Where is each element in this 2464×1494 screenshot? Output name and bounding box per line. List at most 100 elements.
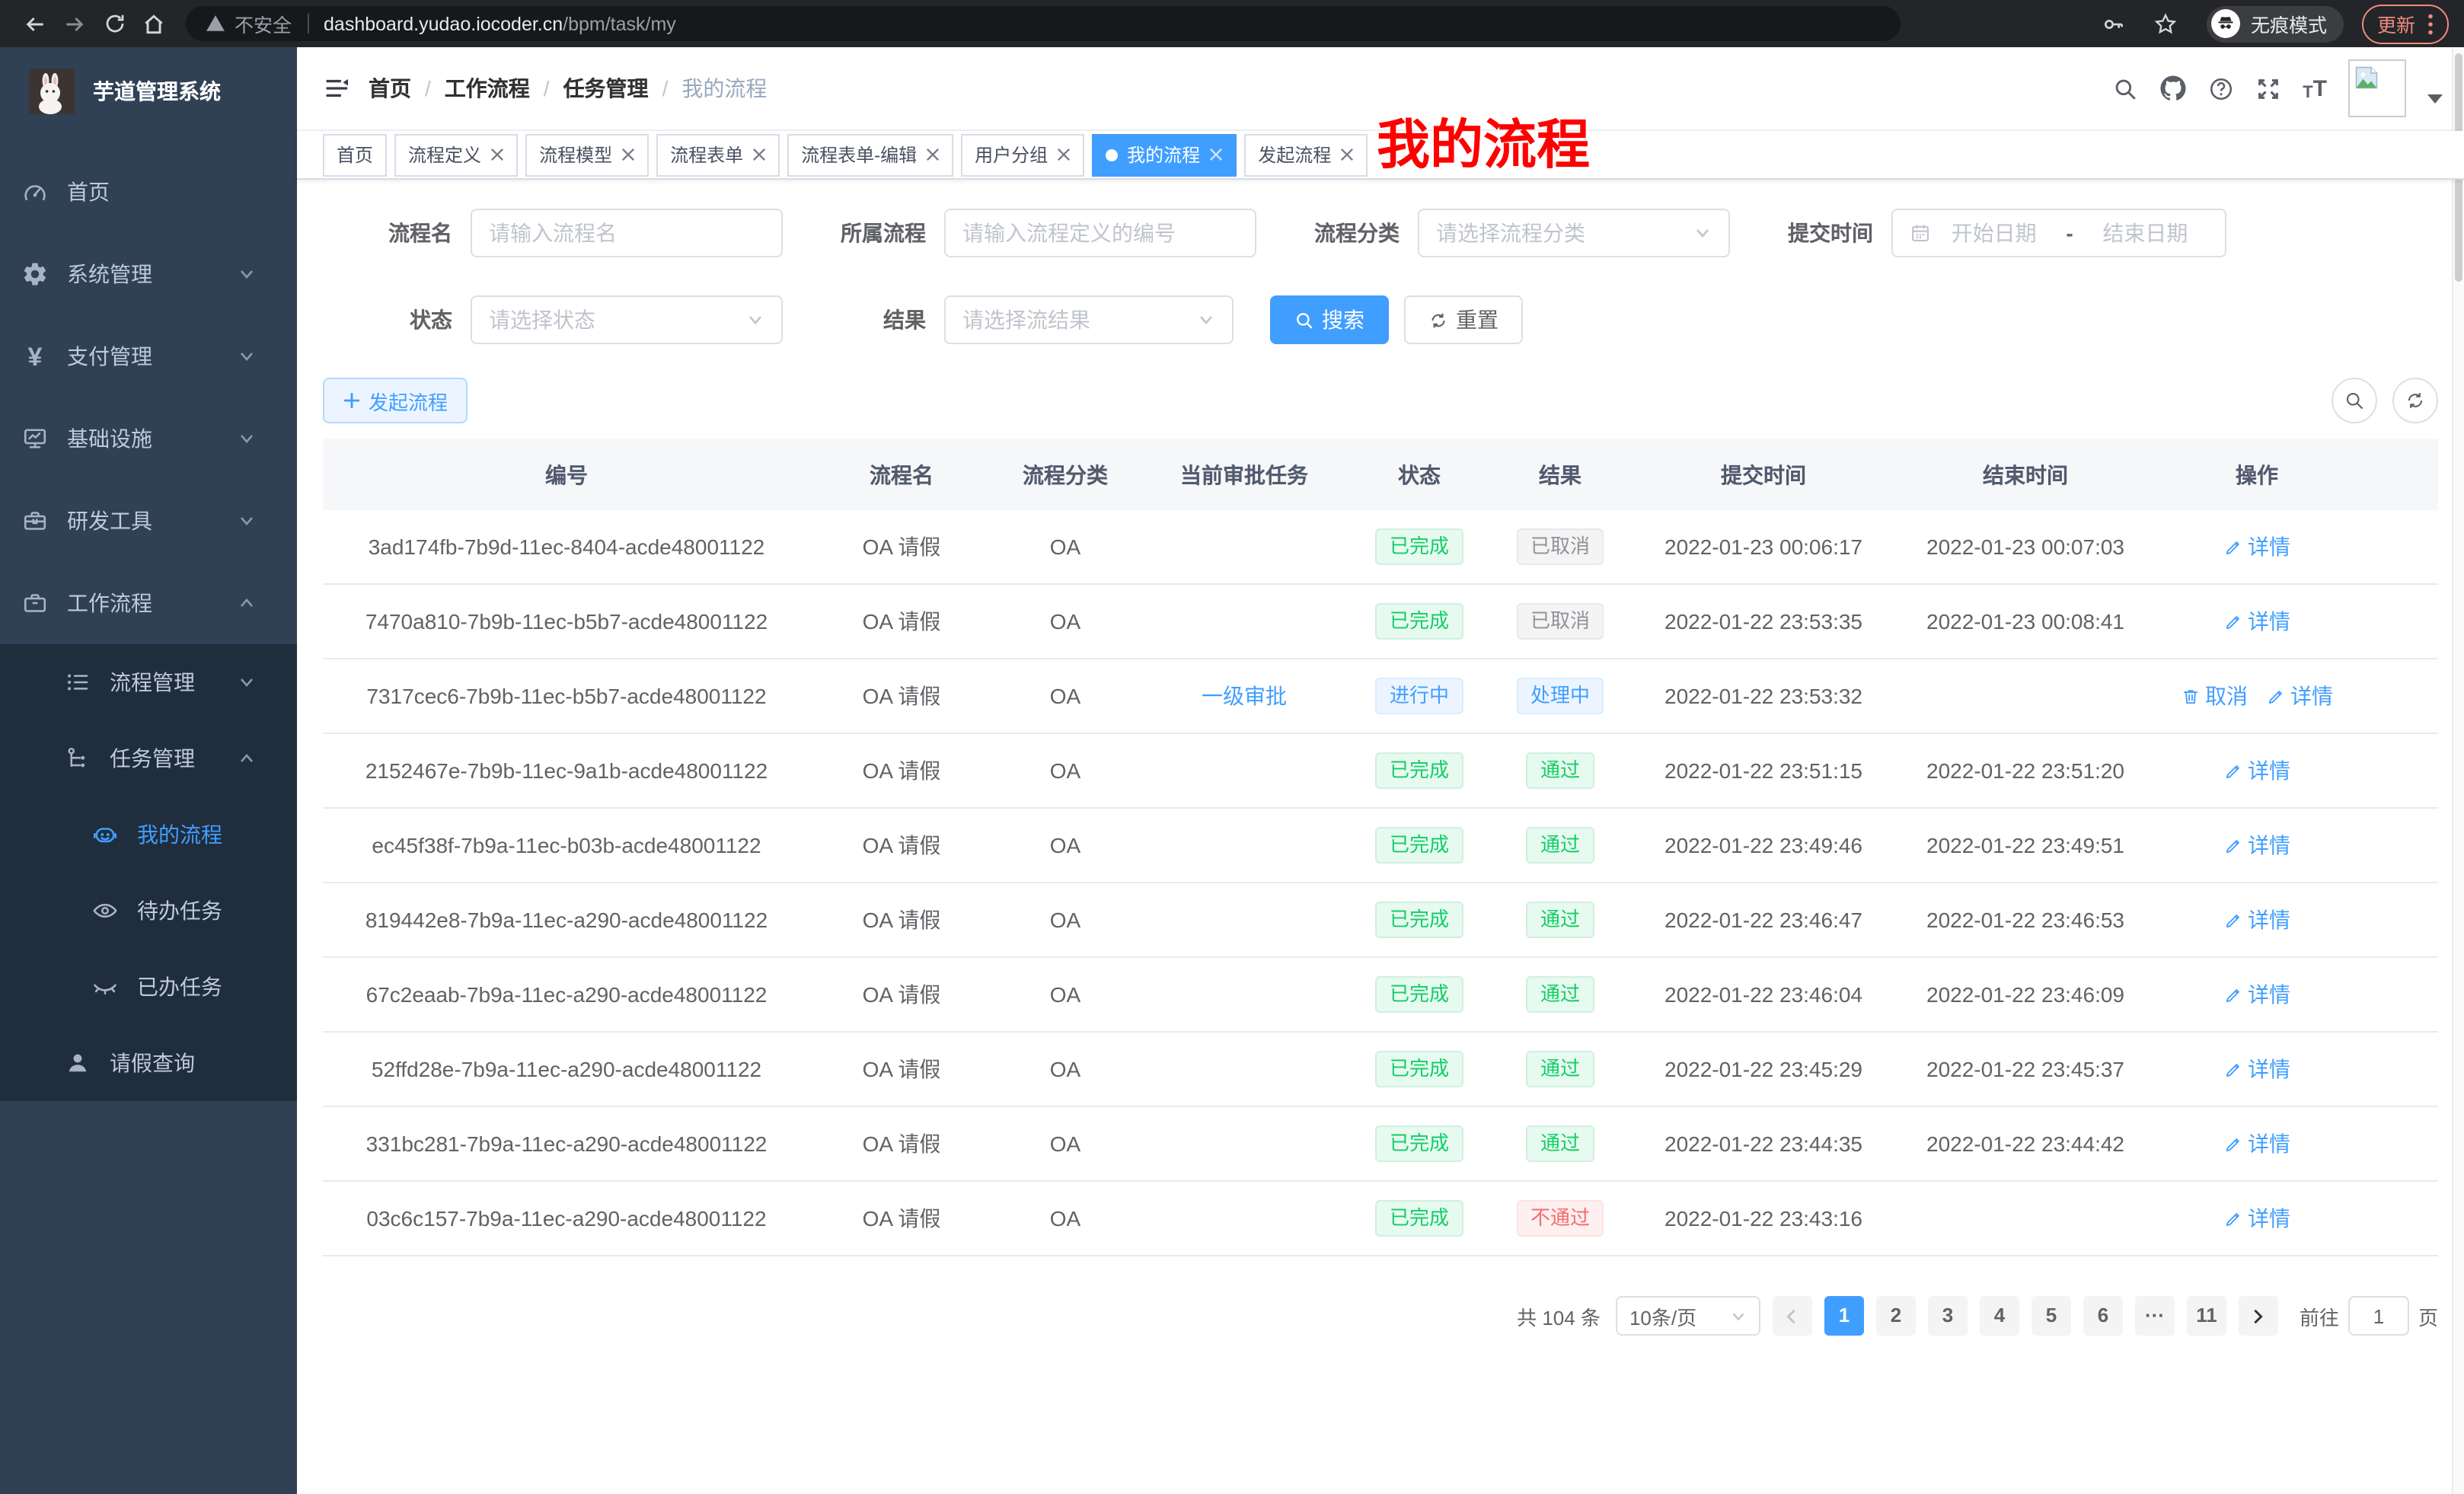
cell-actions: 详情 <box>2156 1054 2357 1084</box>
chevron-down-icon[interactable] <box>2427 93 2443 105</box>
tab-流程模型[interactable]: 流程模型 <box>525 133 649 176</box>
show-search-button[interactable] <box>2332 378 2377 423</box>
close-icon[interactable] <box>926 148 940 161</box>
detail-link[interactable]: 详情 <box>2223 979 2290 1010</box>
pagination-page[interactable]: 11 <box>2187 1296 2226 1336</box>
address-bar[interactable]: 不安全 dashboard.yudao.iocoder.cn/bpm/task/… <box>186 6 1901 41</box>
tab-用户分组[interactable]: 用户分组 <box>961 133 1084 176</box>
pagination-page[interactable]: 5 <box>2032 1296 2071 1336</box>
detail-link[interactable]: 详情 <box>2223 1054 2290 1084</box>
cell-actions: 详情 <box>2156 1128 2357 1159</box>
password-key-icon[interactable] <box>2094 4 2134 43</box>
sidebar-item-label: 已办任务 <box>137 972 279 1002</box>
detail-link[interactable]: 详情 <box>2223 755 2290 786</box>
category-select[interactable]: 请选择流程分类 <box>1418 209 1730 257</box>
pagination-page[interactable]: 4 <box>1980 1296 2019 1336</box>
refresh-icon <box>1428 310 1448 330</box>
sidebar-item[interactable]: 待办任务 <box>0 873 297 949</box>
tab-label: 发起流程 <box>1258 142 1331 168</box>
help-icon[interactable] <box>2208 75 2234 101</box>
cell-submit-time: 2022-01-22 23:46:47 <box>1633 908 1894 932</box>
sidebar-item[interactable]: ¥支付管理 <box>0 315 297 397</box>
scrollbar[interactable] <box>2452 47 2464 1494</box>
close-icon[interactable] <box>1057 148 1071 161</box>
bookmark-star-icon[interactable] <box>2146 4 2185 43</box>
close-icon[interactable] <box>1209 148 1223 161</box>
fullscreen-icon[interactable] <box>2255 75 2281 101</box>
page-size-select[interactable]: 10条/页 <box>1616 1296 1760 1336</box>
sidebar-item[interactable]: 工作流程 <box>0 562 297 644</box>
collapse-sidebar-icon[interactable] <box>297 75 369 102</box>
tab-流程表单[interactable]: 流程表单 <box>656 133 780 176</box>
detail-link[interactable]: 详情 <box>2223 905 2290 935</box>
close-icon[interactable] <box>621 148 635 161</box>
detail-link[interactable]: 详情 <box>2223 830 2290 860</box>
search-button[interactable]: 搜索 <box>1270 295 1389 344</box>
detail-link[interactable]: 详情 <box>2266 681 2333 711</box>
font-size-icon[interactable]: TT <box>2303 75 2327 101</box>
sidebar-item[interactable]: 基础设施 <box>0 397 297 480</box>
sidebar-item[interactable]: 请假查询 <box>0 1025 297 1101</box>
chevron-up-icon <box>233 594 260 612</box>
back-button[interactable] <box>15 4 55 43</box>
column-header: 提交时间 <box>1633 459 1894 490</box>
sidebar-item[interactable]: 我的流程 <box>0 796 297 873</box>
task-link[interactable]: 一级审批 <box>1202 684 1287 708</box>
pagination-page[interactable]: 3 <box>1928 1296 1968 1336</box>
refresh-table-button[interactable] <box>2392 378 2438 423</box>
detail-link[interactable]: 详情 <box>2223 532 2290 562</box>
cell-status: 已完成 <box>1351 827 1488 864</box>
detail-link[interactable]: 详情 <box>2223 1128 2290 1159</box>
cell-id: 3ad174fb-7b9d-11ec-8404-acde48001122 <box>323 535 810 559</box>
pagination-ellipsis[interactable]: ··· <box>2135 1296 2175 1336</box>
forward-button[interactable] <box>55 4 94 43</box>
tab-label: 我的流程 <box>1127 142 1200 168</box>
cancel-link[interactable]: 取消 <box>2181 681 2248 711</box>
reload-button[interactable] <box>94 4 134 43</box>
prev-page-button[interactable] <box>1773 1296 1812 1336</box>
cell-actions: 详情 <box>2156 606 2357 637</box>
next-page-button[interactable] <box>2239 1296 2278 1336</box>
create-process-button[interactable]: 发起流程 <box>323 378 468 423</box>
date-range-input[interactable]: 开始日期 - 结束日期 <box>1891 209 2226 257</box>
pagination-page[interactable]: 1 <box>1824 1296 1864 1336</box>
detail-link[interactable]: 详情 <box>2223 606 2290 637</box>
breadcrumb-item[interactable]: 工作流程 <box>445 73 530 104</box>
reset-button[interactable]: 重置 <box>1404 295 1523 344</box>
app-logo <box>29 69 75 114</box>
name-filter-label: 流程名 <box>346 218 452 248</box>
sidebar-item[interactable]: 流程管理 <box>0 644 297 720</box>
tab-首页[interactable]: 首页 <box>323 133 387 176</box>
sidebar-item[interactable]: 系统管理 <box>0 233 297 315</box>
close-icon[interactable] <box>490 148 504 161</box>
sidebar-item[interactable]: 已办任务 <box>0 949 297 1025</box>
breadcrumb-item[interactable]: 任务管理 <box>563 73 649 104</box>
tab-发起流程[interactable]: 发起流程 <box>1244 133 1368 176</box>
detail-link[interactable]: 详情 <box>2223 1203 2290 1234</box>
breadcrumb-item[interactable]: 首页 <box>369 73 411 104</box>
tab-流程表单-编辑[interactable]: 流程表单-编辑 <box>787 133 953 176</box>
close-icon[interactable] <box>1340 148 1354 161</box>
table-row: 7317cec6-7b9b-11ec-b5b7-acde48001122OA 请… <box>323 659 2438 734</box>
kebab-menu-icon[interactable] <box>2427 13 2434 34</box>
sidebar-item[interactable]: 任务管理 <box>0 720 297 796</box>
result-select[interactable]: 请选择流结果 <box>944 295 1234 344</box>
avatar[interactable] <box>2348 59 2406 117</box>
process-input[interactable]: 请输入流程定义的编号 <box>944 209 1256 257</box>
github-icon[interactable] <box>2159 75 2187 102</box>
goto-page-input[interactable]: 1 <box>2348 1296 2409 1336</box>
close-icon[interactable] <box>752 148 766 161</box>
sidebar-item[interactable]: 首页 <box>0 151 297 233</box>
home-button[interactable] <box>134 4 174 43</box>
status-select[interactable]: 请选择状态 <box>471 295 783 344</box>
search-icon[interactable] <box>2112 75 2138 101</box>
tab-我的流程[interactable]: 我的流程 <box>1092 133 1237 176</box>
pagination-page[interactable]: 6 <box>2083 1296 2123 1336</box>
pagination-page[interactable]: 2 <box>1876 1296 1916 1336</box>
cell-category: OA <box>993 833 1138 857</box>
name-input[interactable]: 请输入流程名 <box>471 209 783 257</box>
cell-end-time: 2022-01-23 00:08:41 <box>1894 609 2156 634</box>
tab-流程定义[interactable]: 流程定义 <box>394 133 518 176</box>
sidebar-item[interactable]: 研发工具 <box>0 480 297 562</box>
browser-update-button[interactable]: 更新 <box>2362 4 2449 43</box>
